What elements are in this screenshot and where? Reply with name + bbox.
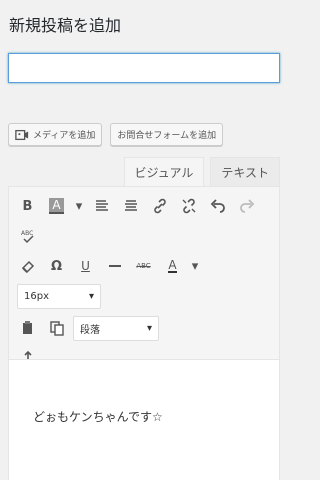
media-icon bbox=[15, 128, 29, 142]
editor: B A ▾ ABC Ω U ABC A ▾ 16px ▾ 段落 ▾ どぉもケンち… bbox=[8, 186, 280, 480]
horizontal-line-icon[interactable] bbox=[100, 252, 129, 280]
font-size-value: 16px bbox=[24, 290, 49, 302]
bold-icon[interactable]: B bbox=[13, 192, 42, 220]
chevron-down-icon[interactable]: ▾ bbox=[71, 192, 87, 220]
chevron-down-icon: ▾ bbox=[88, 290, 94, 302]
media-buttons: メディアを追加 お問合せフォームを追加 bbox=[8, 123, 224, 146]
text-color-icon[interactable]: A bbox=[158, 252, 187, 280]
font-size-select[interactable]: 16px ▾ bbox=[17, 283, 101, 309]
add-media-button[interactable]: メディアを追加 bbox=[8, 123, 103, 146]
undo-icon[interactable] bbox=[203, 192, 232, 220]
highlight-color-icon[interactable]: A bbox=[42, 192, 71, 220]
align-center-icon[interactable] bbox=[116, 192, 145, 220]
editor-toolbar: B A ▾ ABC Ω U ABC A ▾ 16px ▾ 段落 ▾ bbox=[9, 187, 279, 373]
format-value: 段落 bbox=[80, 324, 100, 336]
svg-text:ABC: ABC bbox=[21, 230, 33, 237]
chevron-down-icon: ▾ bbox=[146, 322, 152, 334]
tab-visual[interactable]: ビジュアル bbox=[123, 157, 205, 186]
editor-content[interactable]: どぉもケンちゃんです☆ bbox=[9, 359, 279, 480]
unlink-icon[interactable] bbox=[174, 192, 203, 220]
eraser-icon[interactable] bbox=[13, 252, 42, 280]
paste-word-icon[interactable] bbox=[42, 314, 71, 342]
tab-visual-label: ビジュアル bbox=[134, 165, 194, 180]
underline-icon[interactable]: U bbox=[71, 252, 100, 280]
format-select[interactable]: 段落 ▾ bbox=[73, 315, 159, 341]
paste-text-icon[interactable] bbox=[13, 314, 42, 342]
add-contact-form-label: お問合せフォームを追加 bbox=[117, 131, 217, 141]
chevron-down-icon[interactable]: ▾ bbox=[187, 252, 203, 280]
omega-icon[interactable]: Ω bbox=[42, 252, 71, 280]
align-left-icon[interactable] bbox=[87, 192, 116, 220]
editor-tabs: ビジュアル テキスト bbox=[123, 157, 280, 186]
spellcheck-icon[interactable]: ABC bbox=[13, 222, 42, 250]
tab-text[interactable]: テキスト bbox=[210, 157, 280, 186]
content-text: どぉもケンちゃんです☆ bbox=[33, 410, 163, 424]
tab-text-label: テキスト bbox=[221, 165, 269, 180]
add-media-label: メディアを追加 bbox=[33, 131, 96, 141]
strikethrough-icon[interactable]: ABC bbox=[129, 252, 158, 280]
page-title: 新規投稿を追加 bbox=[9, 16, 122, 35]
link-icon[interactable] bbox=[145, 192, 174, 220]
post-title-input[interactable] bbox=[8, 53, 280, 83]
redo-icon[interactable] bbox=[232, 192, 261, 220]
add-contact-form-button[interactable]: お問合せフォームを追加 bbox=[110, 123, 224, 146]
